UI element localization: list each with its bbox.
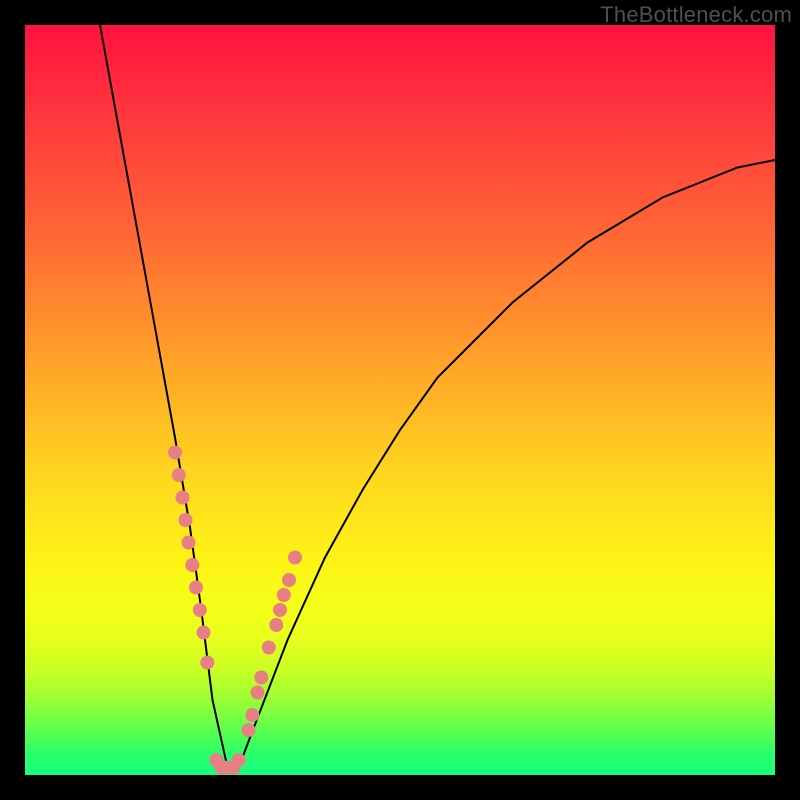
curve-marker bbox=[189, 581, 203, 595]
curve-marker bbox=[179, 513, 193, 527]
watermark-text: TheBottleneck.com bbox=[600, 2, 792, 28]
curve-marker bbox=[282, 573, 296, 587]
curve-marker bbox=[182, 536, 196, 550]
curve-marker bbox=[269, 618, 283, 632]
marker-group bbox=[168, 446, 302, 775]
curve-marker bbox=[232, 753, 246, 767]
curve-marker bbox=[245, 708, 259, 722]
curve-marker bbox=[197, 626, 211, 640]
curve-marker bbox=[273, 603, 287, 617]
curve-marker bbox=[251, 686, 265, 700]
curve-layer bbox=[25, 25, 775, 775]
curve-marker bbox=[176, 491, 190, 505]
bottleneck-curve bbox=[100, 25, 775, 768]
curve-marker bbox=[168, 446, 182, 460]
curve-marker bbox=[254, 671, 268, 685]
curve-marker bbox=[288, 551, 302, 565]
plot-area bbox=[25, 25, 775, 775]
curve-marker bbox=[185, 558, 199, 572]
curve-marker bbox=[172, 468, 186, 482]
curve-marker bbox=[193, 603, 207, 617]
curve-marker bbox=[242, 723, 256, 737]
curve-marker bbox=[200, 656, 214, 670]
chart-frame: TheBottleneck.com bbox=[0, 0, 800, 800]
curve-marker bbox=[262, 641, 276, 655]
curve-marker bbox=[277, 588, 291, 602]
